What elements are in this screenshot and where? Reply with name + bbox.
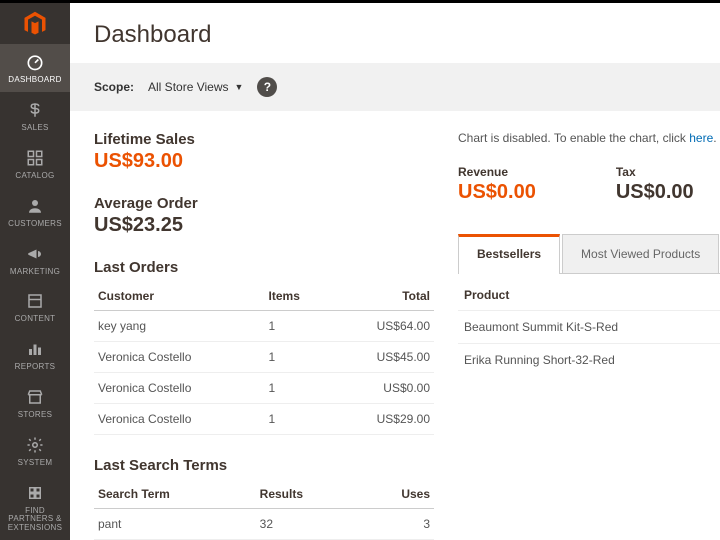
nav-label: SALES [21,124,48,133]
nav-label: SYSTEM [18,459,53,468]
table-row[interactable]: Veronica Costello1US$0.00 [94,373,434,404]
store-icon [24,386,46,408]
average-order-label: Average Order [94,195,434,212]
table-row[interactable]: Veronica Costello1US$45.00 [94,342,434,373]
col-customer: Customer [94,282,265,311]
nav-label: CUSTOMERS [8,220,62,229]
nav-sales[interactable]: SALES [0,92,70,140]
nav-content[interactable]: CONTENT [0,283,70,331]
main: Dashboard Scope: All Store Views ▼ ? Lif… [70,3,720,540]
chevron-down-icon: ▼ [235,82,244,92]
gauge-icon [24,51,46,73]
nav-label: CATALOG [15,172,54,181]
page-title: Dashboard [70,3,720,63]
last-orders-table: Customer Items Total key yang1US$64.00 V… [94,282,434,435]
col-total: Total [331,282,434,311]
chart-enable-link[interactable]: here [689,131,713,145]
revenue-label: Revenue [458,165,536,179]
nav-customers[interactable]: CUSTOMERS [0,188,70,236]
bars-icon [24,338,46,360]
col-product: Product [458,274,720,311]
table-row[interactable]: Beaumont Summit Kit-S-Red [458,311,720,344]
gear-icon [24,434,46,456]
nav-label: MARKETING [10,268,60,277]
tax-label: Tax [616,165,694,179]
nav-label: FIND PARTNERS & EXTENSIONS [2,507,68,533]
nav-catalog[interactable]: CATALOG [0,140,70,188]
nav-dashboard[interactable]: DASHBOARD [0,44,70,92]
table-row[interactable]: pant323 [94,509,434,540]
scope-bar: Scope: All Store Views ▼ ? [70,63,720,111]
logo[interactable] [0,3,70,44]
nav-partners[interactable]: FIND PARTNERS & EXTENSIONS [0,475,70,540]
nav-stores[interactable]: STORES [0,379,70,427]
col-uses: Uses [360,480,434,509]
nav-reports[interactable]: REPORTS [0,331,70,379]
nav-label: STORES [18,411,53,420]
average-order-value: US$23.25 [94,214,434,237]
scope-select[interactable]: All Store Views ▼ [148,80,243,94]
scope-value: All Store Views [148,80,228,94]
lifetime-sales-value: US$93.00 [94,150,434,173]
nav-system[interactable]: SYSTEM [0,427,70,475]
tab-bestsellers[interactable]: Bestsellers [458,234,560,273]
col-items: Items [265,282,331,311]
table-row[interactable]: Veronica Costello1US$29.00 [94,404,434,435]
last-search-title: Last Search Terms [94,457,434,474]
nav-label: REPORTS [15,363,56,372]
pages-icon [24,290,46,312]
table-row[interactable]: key yang1US$64.00 [94,311,434,342]
grid-icon [24,147,46,169]
tax-value: US$0.00 [616,181,694,204]
megaphone-icon [24,243,46,265]
last-search-table: Search Term Results Uses pant323 [94,480,434,540]
last-orders-title: Last Orders [94,259,434,276]
magento-logo-icon [21,10,49,38]
table-row[interactable]: Erika Running Short-32-Red [458,344,720,377]
lifetime-sales-label: Lifetime Sales [94,131,434,148]
partners-icon [24,482,46,504]
sidebar: DASHBOARD SALES CATALOG CUSTOMERS MARKET… [0,3,70,540]
scope-label: Scope: [94,80,134,94]
nav-label: CONTENT [15,315,56,324]
col-results: Results [256,480,360,509]
tabs: Bestsellers Most Viewed Products New Cus… [458,234,720,274]
col-term: Search Term [94,480,256,509]
bestsellers-table: Product Beaumont Summit Kit-S-Red Erika … [458,274,720,376]
nav-marketing[interactable]: MARKETING [0,236,70,284]
person-icon [24,195,46,217]
dollar-icon [24,99,46,121]
chart-disabled-message: Chart is disabled. To enable the chart, … [458,131,720,145]
revenue-value: US$0.00 [458,181,536,204]
help-icon[interactable]: ? [257,77,277,97]
tab-most-viewed[interactable]: Most Viewed Products [562,234,719,273]
nav-label: DASHBOARD [8,76,61,85]
